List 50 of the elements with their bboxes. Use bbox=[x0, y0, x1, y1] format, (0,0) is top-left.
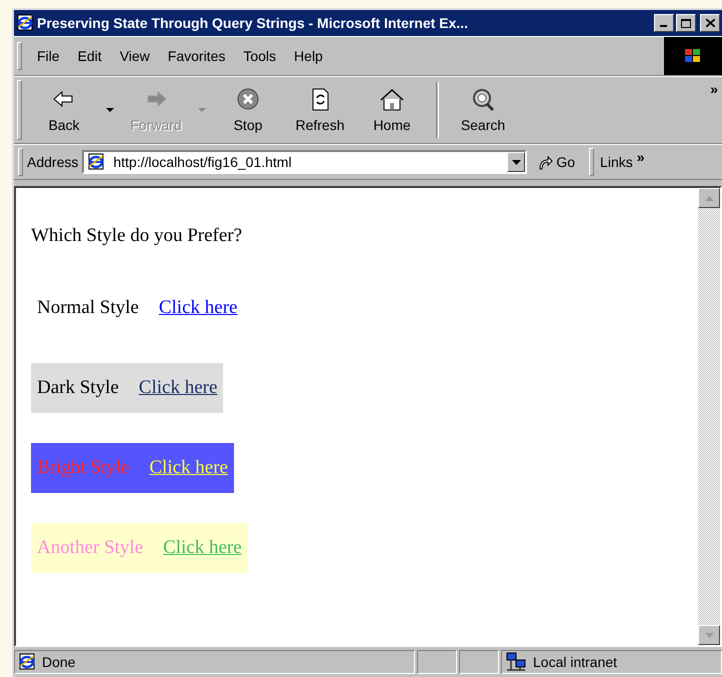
menu-item[interactable]: Edit bbox=[68, 48, 111, 64]
menu-item[interactable]: Favorites bbox=[158, 48, 234, 64]
caret-icon bbox=[512, 160, 521, 164]
close-icon bbox=[706, 19, 714, 27]
address-label: Address bbox=[27, 154, 80, 170]
menu-item[interactable]: Help bbox=[285, 48, 332, 64]
dropdown-button[interactable] bbox=[507, 152, 526, 172]
up-arrow-icon bbox=[704, 196, 714, 200]
minimize-button[interactable] bbox=[654, 14, 674, 32]
maximize-button[interactable] bbox=[676, 14, 696, 32]
go-arrow-icon bbox=[537, 154, 554, 170]
style-label: Normal Style bbox=[37, 297, 139, 319]
more-chevron[interactable]: » bbox=[632, 149, 649, 165]
maximize-icon bbox=[681, 18, 691, 28]
windows-flag-icon bbox=[683, 47, 703, 65]
scroll-down-button[interactable] bbox=[698, 625, 720, 645]
home-icon bbox=[378, 87, 406, 113]
status-pane bbox=[459, 650, 499, 674]
menu-item[interactable]: View bbox=[110, 48, 159, 64]
status-pane: Done bbox=[14, 650, 415, 674]
scroll-up-button[interactable] bbox=[698, 188, 720, 208]
go-button[interactable]: Go bbox=[527, 154, 586, 170]
page-heading: Which Style do you Prefer? bbox=[31, 225, 244, 247]
close-button[interactable] bbox=[700, 14, 720, 32]
links-button[interactable]: Links bbox=[598, 154, 633, 170]
down-arrow-icon bbox=[704, 632, 714, 638]
address-field[interactable]: http://localhost/fig16_01.html bbox=[82, 150, 528, 174]
status-pane bbox=[417, 650, 457, 674]
toolbar-button[interactable]: Stop bbox=[212, 87, 284, 133]
page-icon bbox=[18, 653, 36, 671]
style-link[interactable]: Click here bbox=[138, 377, 218, 399]
vertical-scrollbar[interactable] bbox=[698, 188, 720, 645]
toolbar-button[interactable]: Search bbox=[447, 87, 519, 133]
toolbar-button[interactable]: Refresh bbox=[284, 87, 356, 133]
toolbar-button[interactable]: Home bbox=[356, 87, 428, 133]
style-label: Dark Style bbox=[37, 377, 119, 399]
status-pane: Local intranet bbox=[501, 650, 722, 674]
page-icon bbox=[87, 153, 106, 171]
dropdown-caret-icon[interactable] bbox=[106, 108, 114, 112]
network-computers-icon bbox=[505, 652, 527, 672]
more-chevron[interactable]: » bbox=[706, 81, 722, 97]
style-link[interactable]: Click here bbox=[158, 297, 238, 319]
toolbar-button[interactable]: Back bbox=[28, 87, 100, 133]
browser-icon bbox=[16, 14, 34, 32]
menu-item[interactable]: Tools bbox=[234, 48, 286, 64]
style-label: Another Style bbox=[37, 537, 144, 559]
menu-item[interactable]: File bbox=[28, 48, 69, 64]
style-label: Bright Style bbox=[37, 457, 130, 479]
window-title: Preserving State Through Query Strings - Microsoft Internet Ex... bbox=[37, 15, 469, 31]
style-link[interactable]: Click here bbox=[149, 457, 228, 479]
